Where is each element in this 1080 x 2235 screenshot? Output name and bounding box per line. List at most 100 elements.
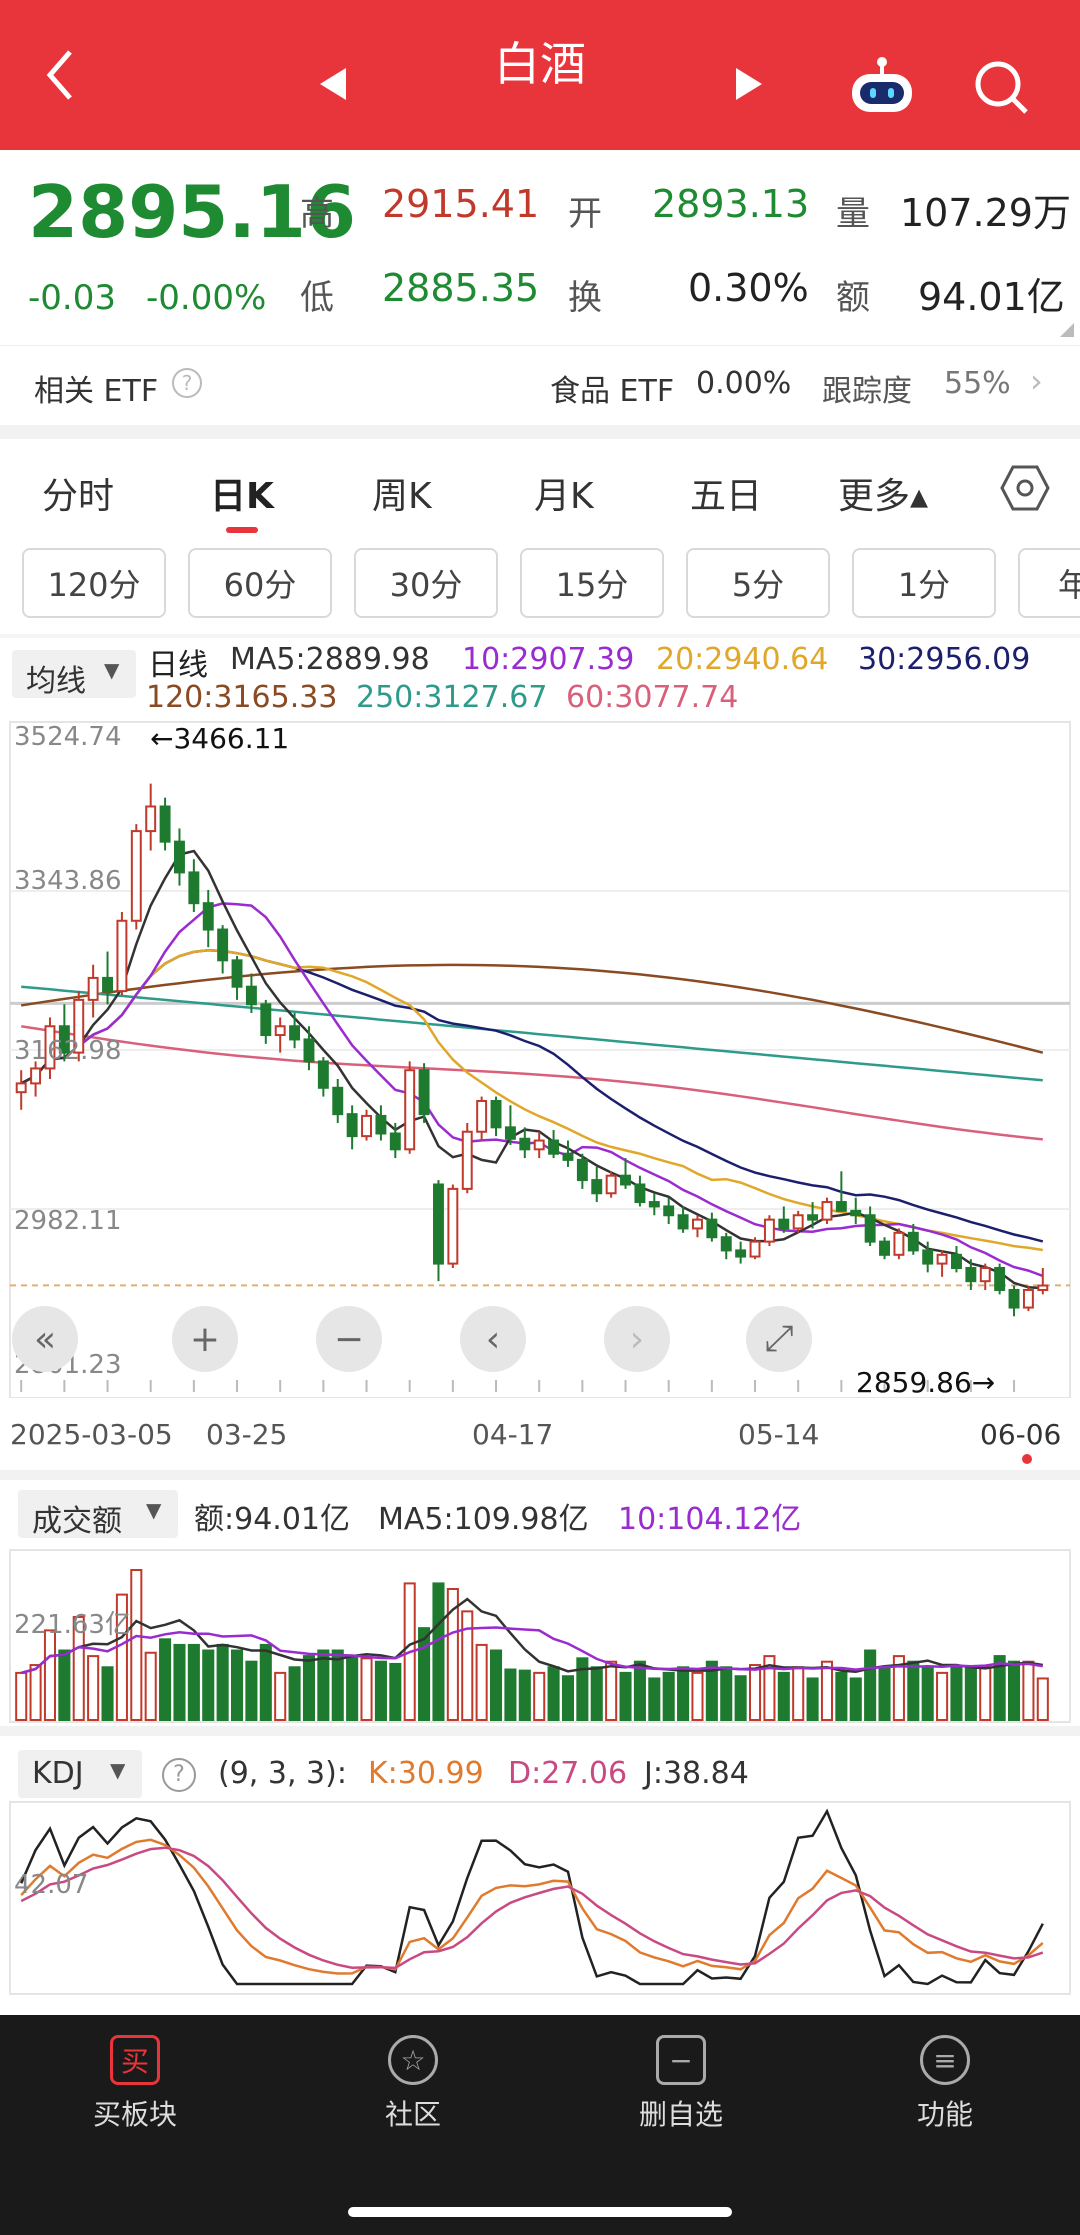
volume-bar <box>648 1677 661 1722</box>
candle-body <box>174 840 185 874</box>
y-label-4: 2982.11 <box>14 1206 122 1236</box>
expand-corner-icon[interactable] <box>1060 322 1074 341</box>
candle-body <box>303 1038 315 1063</box>
volume-bar <box>245 1660 258 1721</box>
zoom-out-button[interactable]: − <box>316 1306 382 1372</box>
tab-weekly-k[interactable]: 周K <box>372 467 432 519</box>
volume-indicator-label: 成交额 <box>32 1504 122 1539</box>
volume-value: 107.29万 <box>900 191 1071 235</box>
zoom-in-button[interactable]: + <box>172 1306 238 1372</box>
volume-chart[interactable] <box>0 1548 1080 1726</box>
chevron-right-icon: › <box>1030 362 1043 400</box>
functions-icon: ≡ <box>920 2035 970 2085</box>
ma120-line <box>21 963 1044 1054</box>
nav-remove-watchlist[interactable]: − 删自选 <box>591 2035 771 2133</box>
candle-body <box>461 1130 473 1190</box>
volume-bar <box>1007 1660 1021 1721</box>
period-label: 日线 <box>148 648 208 683</box>
ma250-line <box>21 985 1043 1082</box>
candle-body <box>936 1253 948 1265</box>
search-icon[interactable] <box>972 58 1032 122</box>
volume-bar <box>259 1643 272 1721</box>
chip-5min[interactable]: 5分 <box>686 548 830 618</box>
candle-body <box>864 1214 876 1243</box>
nav-community[interactable]: ☆ 社区 <box>323 2035 503 2133</box>
volume-ma10: 10:104.12亿 <box>618 1502 802 1537</box>
chip-60min[interactable]: 60分 <box>188 548 332 618</box>
volume-bar <box>432 1582 445 1721</box>
volume-bar <box>202 1649 215 1721</box>
nav-functions[interactable]: ≡ 功能 <box>855 2035 1035 2133</box>
active-tab-indicator <box>226 527 258 533</box>
candle-body <box>663 1205 675 1217</box>
dropdown-triangle-icon: ▼ <box>104 658 120 682</box>
kdj-chart[interactable] <box>0 1800 1080 2000</box>
back-chevron-icon[interactable] <box>38 40 88 110</box>
candle-body <box>418 1069 430 1116</box>
chip-30min[interactable]: 30分 <box>354 548 498 618</box>
candle-body <box>562 1152 574 1161</box>
volume-bar <box>1022 1660 1035 1721</box>
tab-fenshi[interactable]: 分时 <box>42 467 114 519</box>
chip-15min[interactable]: 15分 <box>520 548 664 618</box>
related-etf-bar[interactable]: 相关 ETF ? 食品 ETF 0.00% 跟踪度 55% › <box>0 345 1080 426</box>
amount-value: 94.01亿 <box>918 275 1065 319</box>
dropdown-triangle-icon: ▼ <box>110 1758 126 1782</box>
fullscreen-button[interactable]: ⤢ <box>746 1306 812 1372</box>
chip-120min[interactable]: 120分 <box>22 548 166 618</box>
tab-daily-k[interactable]: 日K <box>210 467 274 519</box>
kdj-indicator-selector[interactable]: KDJ ▼ <box>18 1750 142 1798</box>
tab-monthly-k[interactable]: 月K <box>534 467 594 519</box>
volume-bar <box>677 1666 690 1722</box>
volume-bar <box>605 1660 618 1721</box>
volume-bar <box>317 1649 330 1721</box>
candle-body <box>778 1218 790 1230</box>
candle-body <box>361 1114 372 1138</box>
prev-stock-icon[interactable] <box>318 66 348 106</box>
tab-more[interactable]: 更多▴ <box>838 467 928 519</box>
high-label: 高 <box>300 194 334 234</box>
scroll-to-start-button[interactable]: « <box>12 1306 78 1372</box>
next-stock-icon[interactable] <box>734 66 764 106</box>
volume-bar <box>274 1671 287 1721</box>
candle-body <box>907 1231 919 1252</box>
candle-body <box>677 1214 689 1230</box>
candle-body <box>835 1201 847 1212</box>
kdj-k: K:30.99 <box>368 1756 484 1791</box>
help-icon[interactable]: ? <box>172 368 202 398</box>
tracking-value: 55% <box>944 366 1011 401</box>
nav-buy-sector[interactable]: 买 买板块 <box>45 2035 225 2133</box>
kdj-frame <box>9 1801 1071 1995</box>
volume-bar <box>561 1675 575 1721</box>
volume-bar <box>533 1671 546 1721</box>
hexagon-settings-icon[interactable] <box>1000 463 1050 517</box>
candle-body <box>807 1214 819 1221</box>
volume-bar <box>878 1666 891 1722</box>
candle-body <box>447 1187 459 1265</box>
robot-assistant-icon[interactable] <box>848 56 916 120</box>
ma-mode-selector[interactable]: 均线 ▼ <box>12 650 136 699</box>
kline-chart[interactable] <box>0 718 1080 1398</box>
volume-bar <box>619 1671 632 1721</box>
section-divider <box>0 425 1080 439</box>
price-change: -0.03 <box>28 278 116 318</box>
scroll-left-button[interactable]: ‹ <box>460 1306 526 1372</box>
candle-body <box>504 1126 516 1140</box>
ma-mode-label: 均线 <box>26 664 86 699</box>
section-divider <box>0 1726 1080 1736</box>
chip-1min[interactable]: 1分 <box>852 548 996 618</box>
volume-bar <box>849 1677 862 1722</box>
volume-indicator-selector[interactable]: 成交额 ▼ <box>18 1490 178 1539</box>
low-price-marker: 2859.86→ <box>856 1366 996 1399</box>
question-circle-icon[interactable]: ? <box>162 1758 196 1792</box>
volume-bar <box>331 1649 344 1721</box>
interval-chips: 120分 60分 30分 15分 5分 1分 年 <box>0 548 1080 624</box>
scroll-right-button[interactable]: › <box>604 1306 670 1372</box>
candle-body <box>648 1201 660 1208</box>
candle-body <box>965 1266 977 1283</box>
quote-panel: 2895.16 -0.03 -0.00% 高 2915.41 开 2893.13… <box>0 150 1080 345</box>
volume-bar <box>748 1664 762 1721</box>
tab-five-day[interactable]: 五日 <box>690 467 762 519</box>
volume-bar <box>720 1666 733 1722</box>
chip-year[interactable]: 年 <box>1018 548 1080 618</box>
